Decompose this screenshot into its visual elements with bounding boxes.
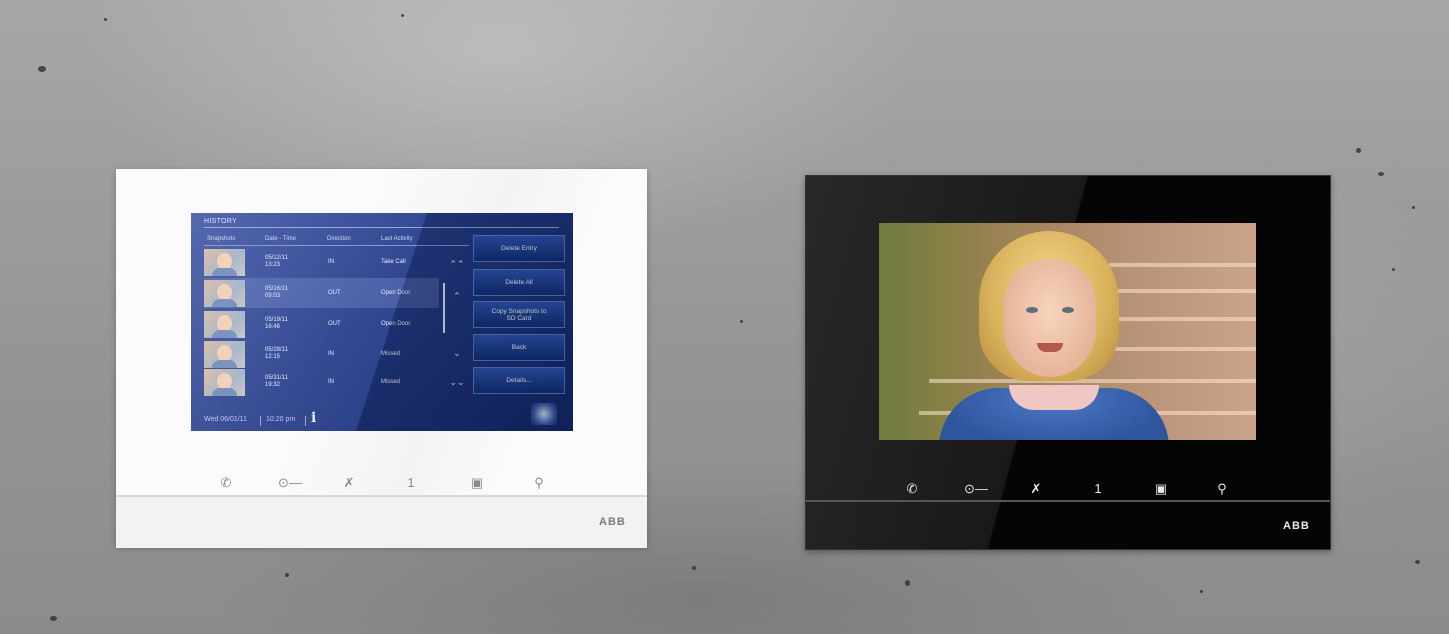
black-intercom-panel: ✆ ⊙— ✗ 1 ▣ ⚲ ABB	[805, 175, 1331, 550]
station-number-button[interactable]: 1	[401, 475, 421, 491]
wall-pit	[50, 616, 57, 621]
person-face	[1004, 259, 1096, 377]
wall-pit	[692, 566, 696, 570]
delete-all-button[interactable]: Delete All	[473, 269, 565, 296]
wall-pit	[1412, 206, 1415, 209]
home-icon[interactable]	[531, 403, 557, 425]
panel-bottom-strip	[116, 495, 647, 548]
key-icon[interactable]: ⊙—	[964, 481, 988, 497]
video-feed	[879, 223, 1256, 440]
back-button[interactable]: Back	[473, 334, 565, 361]
row-direction: IN	[328, 379, 334, 385]
footer-date: Wed 06/01/11	[204, 416, 247, 423]
copy-snapshots-button[interactable]: Copy Snapshots to SD Card	[473, 301, 565, 328]
screen-title: HISTORY	[204, 218, 237, 225]
column-header-snapshots: Snapshots	[207, 236, 236, 242]
snapshot-thumbnail	[204, 341, 245, 368]
wrench-icon[interactable]: ⚲	[529, 475, 549, 491]
wall-pit	[38, 66, 46, 72]
snapshot-thumbnail	[204, 249, 245, 276]
history-row[interactable]: 05/16/11 09:03 OUT Open Door	[204, 278, 439, 308]
person-eye	[1026, 307, 1038, 313]
wall-pit	[1415, 560, 1420, 564]
chevron-double-down-icon[interactable]: ⌄⌄	[446, 371, 468, 393]
control-buttons: ✆ ⊙— ✗ 1 ▣ ⚲	[196, 475, 576, 491]
column-header-last-activity: Last Activity	[381, 236, 413, 242]
footer-divider	[305, 416, 306, 426]
row-date-time: 05/19/11 16:46	[265, 317, 288, 330]
scrollbar[interactable]	[443, 283, 445, 333]
row-direction: OUT	[328, 290, 341, 296]
chevron-down-icon[interactable]: ⌄	[446, 342, 468, 364]
wall-pit	[285, 573, 289, 577]
mute-icon[interactable]: ✗	[339, 475, 359, 491]
white-intercom-panel: HISTORY Snapshots Date - Time Direction …	[116, 169, 647, 548]
wall-pit	[740, 320, 743, 323]
key-icon[interactable]: ⊙—	[278, 475, 302, 491]
wall-pit	[1200, 590, 1203, 593]
title-divider	[204, 227, 559, 228]
row-activity: Take Call	[381, 259, 406, 265]
mute-icon[interactable]: ✗	[1026, 481, 1046, 497]
snapshot-thumbnail	[204, 311, 245, 338]
row-date-time: 05/16/11 09:03	[265, 286, 288, 299]
row-direction: IN	[328, 259, 334, 265]
abb-logo: ABB	[1283, 520, 1310, 532]
footer-divider	[260, 416, 261, 426]
row-date-time: 05/31/11 19:32	[265, 375, 288, 388]
control-buttons: ✆ ⊙— ✗ 1 ▣ ⚲	[898, 481, 1278, 497]
row-activity: Missed	[381, 351, 401, 357]
wrench-icon[interactable]: ⚲	[1212, 481, 1232, 497]
history-row[interactable]: 05/12/11 13:23 IN Take Call	[204, 247, 439, 277]
wall-pit	[905, 580, 910, 586]
chevron-up-icon[interactable]: ⌃	[446, 285, 468, 307]
footer-time: 10:20 pm	[266, 416, 296, 423]
scroll-controls: ⌃⌃ ⌃ ⌄ ⌄⌄	[446, 247, 468, 397]
history-screen: HISTORY Snapshots Date - Time Direction …	[191, 213, 573, 431]
details-button[interactable]: Details...	[473, 367, 565, 394]
history-row[interactable]: 05/19/11 16:46 OUT Open Door	[204, 309, 439, 339]
stair-step	[1109, 263, 1256, 267]
wall-pit	[104, 18, 107, 21]
row-date-time: 05/28/11 12:15	[265, 347, 288, 360]
column-header-date-time: Date - Time	[265, 236, 297, 242]
snapshot-thumbnail	[204, 369, 245, 396]
snapshot-thumbnail	[204, 280, 245, 307]
wall-pit	[1392, 268, 1395, 271]
row-activity: Missed	[381, 379, 401, 385]
row-activity: Open Door	[381, 321, 411, 327]
wall-pit	[1378, 172, 1384, 176]
phone-icon[interactable]: ✆	[216, 475, 236, 491]
row-date-time: 05/12/11 13:23	[265, 255, 288, 268]
row-activity: Open Door	[381, 290, 411, 296]
wall-pit	[401, 14, 404, 17]
wall-pit	[1356, 148, 1361, 153]
row-direction: IN	[328, 351, 334, 357]
column-header-direction: Direction	[327, 236, 351, 242]
person-eye	[1062, 307, 1074, 313]
stair-step	[929, 379, 1256, 383]
stair-step	[1099, 289, 1256, 293]
chevron-double-up-icon[interactable]: ⌃⌃	[446, 253, 468, 275]
row-direction: OUT	[328, 321, 341, 327]
history-row[interactable]: 05/31/11 19:32 IN Missed	[204, 367, 439, 397]
delete-entry-button[interactable]: Delete Entry	[473, 235, 565, 262]
abb-logo: ABB	[599, 516, 626, 528]
info-icon[interactable]: i	[311, 410, 316, 426]
station-number-button[interactable]: 1	[1088, 481, 1108, 497]
camera-frame-icon[interactable]: ▣	[1150, 481, 1172, 497]
header-divider	[204, 245, 469, 246]
history-row[interactable]: 05/28/11 12:15 IN Missed	[204, 339, 439, 369]
person-collar	[1009, 385, 1099, 410]
phone-icon[interactable]: ✆	[902, 481, 922, 497]
camera-frame-icon[interactable]: ▣	[466, 475, 488, 491]
panel-bottom-strip	[806, 500, 1330, 551]
